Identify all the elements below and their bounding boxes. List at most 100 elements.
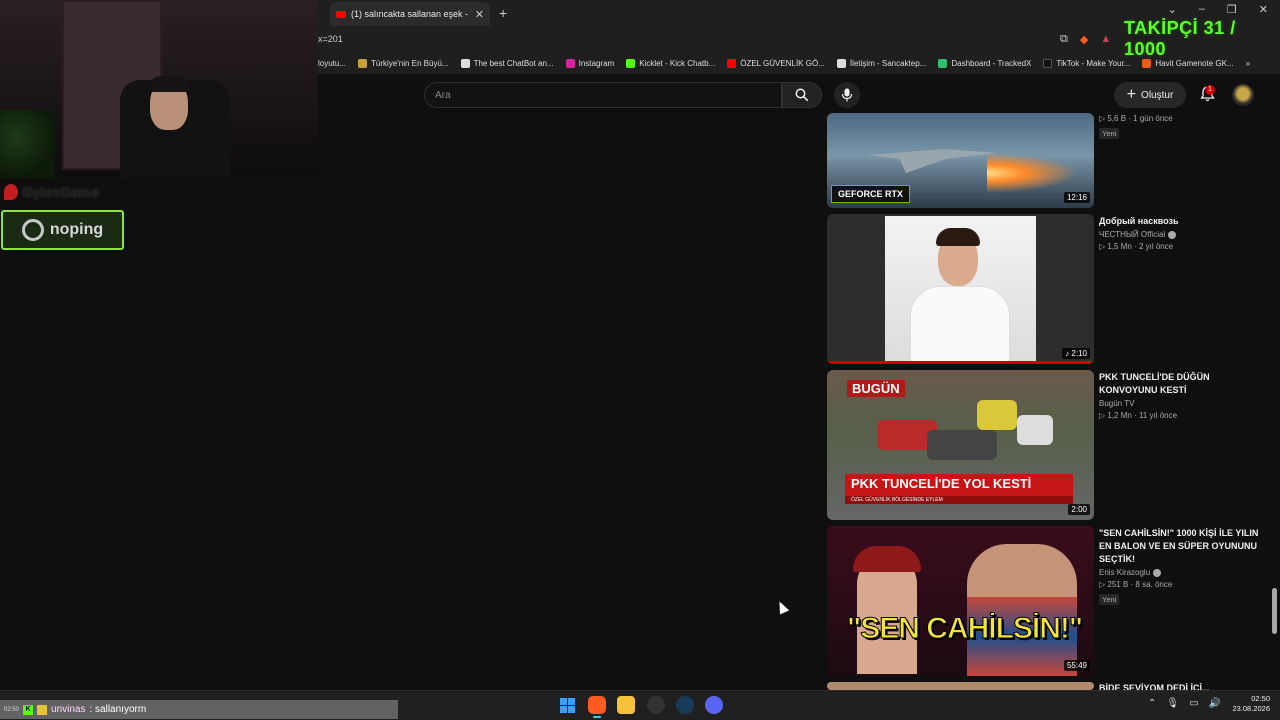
volume-icon[interactable]: 🔊: [1209, 698, 1221, 709]
clock-time: 02:50: [1251, 694, 1270, 703]
tray-overflow-icon[interactable]: ⌃: [1148, 698, 1156, 709]
maximize-button[interactable]: ❐: [1227, 3, 1237, 16]
verified-icon: [1168, 230, 1177, 239]
microphone-icon: [841, 88, 853, 102]
verified-icon: [1153, 568, 1162, 577]
bookmark-favicon-icon: [460, 58, 470, 68]
video-thumbnail[interactable]: ♪ 2:10: [827, 214, 1094, 364]
mouse-cursor-icon: [774, 599, 790, 615]
kick-badge-icon: K: [23, 704, 34, 715]
voice-search-button[interactable]: [834, 82, 860, 108]
window-controls: ⌄ – ❐ ✕: [1168, 3, 1268, 16]
tab-search-icon[interactable]: ⌄: [1168, 3, 1177, 16]
tiktok-icon: [1043, 58, 1053, 68]
file-explorer-icon[interactable]: [617, 696, 635, 714]
new-tab-button[interactable]: +: [499, 5, 507, 21]
brand-mark-icon: [4, 184, 18, 200]
video-thumbnail[interactable]: "SEN CAHİLSİN!" 55:49: [827, 526, 1094, 676]
create-button[interactable]: + Oluştur: [1114, 82, 1186, 108]
video-stats: ▷ 1,5 Mn · 2 yıl önce: [1099, 242, 1174, 251]
bookmark-item[interactable]: İletişim - Sancaktep...: [836, 58, 926, 68]
video-meta: Добрый насквозь ЧЕСТНЫЙ Official ▷ 1,5 M…: [1099, 215, 1259, 251]
network-icon[interactable]: ▭: [1189, 698, 1198, 709]
youtube-favicon-icon: [336, 10, 346, 18]
video-stats: ▷ 1,2 Mn · 11 yıl önce: [1099, 411, 1178, 420]
brave-rewards-icon[interactable]: ▲: [1100, 33, 1111, 46]
close-window-button[interactable]: ✕: [1259, 3, 1268, 16]
microphone-tray-icon[interactable]: 🎙: [1166, 698, 1179, 709]
open-external-icon[interactable]: ⧉: [1060, 33, 1068, 46]
tab-title: (1) salıncakta sallanan eşek - You: [351, 9, 471, 19]
chat-timestamp: 02:50: [4, 706, 20, 713]
clock-date: 23.08.2026: [1232, 704, 1270, 713]
brave-browser-icon[interactable]: [588, 696, 606, 714]
browser-tab-active[interactable]: (1) salıncakta sallanan eşek - You ✕: [330, 2, 490, 26]
scrollbar-thumb[interactable]: [1272, 588, 1277, 634]
chat-username: unvinas: [51, 704, 86, 715]
bookmark-item[interactable]: ÖZEL GÜVENLİK GÖ...: [727, 58, 825, 68]
taskbar-clock[interactable]: 02:50 23.08.2026: [1226, 694, 1270, 714]
start-button[interactable]: [558, 696, 576, 714]
new-badge: Yeni: [1099, 128, 1120, 139]
tab-close-icon[interactable]: ✕: [475, 8, 484, 21]
trackedx-icon: [938, 58, 948, 68]
chat-text: : sallanıyorm: [89, 704, 147, 715]
instagram-icon: [565, 58, 575, 68]
channel-name[interactable]: Bugün TV: [1099, 399, 1259, 408]
stream-chat-message: 02:50 K unvinas : sallanıyorm: [0, 700, 398, 719]
video-duration: 2:00: [1068, 504, 1090, 515]
video-meta: "SEN CAHİLSİN!" 1000 KİŞİ İLE YILIN EN B…: [1099, 527, 1259, 607]
bookmark-favicon-icon: [836, 58, 846, 68]
video-meta: PKK TUNCELİ'DE DÜĞÜN KONVOYUNU KESTİ Bug…: [1099, 371, 1259, 420]
bookmark-favicon-icon: [358, 58, 368, 68]
minimize-button[interactable]: –: [1199, 3, 1205, 16]
search-icon: [795, 88, 809, 102]
thumbnail-caption: "SEN CAHİLSİN!": [846, 612, 1083, 646]
watch-progress-bar: [827, 361, 1094, 364]
youtube-icon: [727, 58, 737, 68]
search-button[interactable]: [782, 82, 822, 108]
video-duration: ♪ 2:10: [1062, 348, 1090, 359]
video-thumbnail[interactable]: [827, 682, 1094, 690]
kicklet-icon: [626, 58, 636, 68]
video-title[interactable]: PKK TUNCELİ'DE DÜĞÜN KONVOYUNU KESTİ: [1099, 371, 1259, 397]
jet-image: [867, 149, 997, 173]
steam-icon[interactable]: [676, 696, 694, 714]
video-thumbnail[interactable]: BUGÜN PKK TUNCELİ'DE YOL KESTİ ÖZEL GÜVE…: [827, 370, 1094, 520]
avatar[interactable]: [1232, 84, 1254, 106]
video-duration: 12:16: [1063, 192, 1090, 203]
new-badge: Yeni: [1099, 594, 1120, 605]
bookmark-item[interactable]: loyutu...: [318, 59, 346, 68]
noping-logo-icon: [21, 219, 44, 241]
thumbnail-headline: PKK TUNCELİ'DE YOL KESTİ: [845, 474, 1073, 496]
windows-icon: [559, 697, 575, 713]
stream-brand-logo: GylexGame: [4, 184, 99, 200]
search-input[interactable]: Ara: [424, 82, 782, 108]
discord-icon[interactable]: [705, 696, 723, 714]
video-thumbnail[interactable]: GEFORCE RTX 12:16: [827, 113, 1094, 208]
plus-icon: +: [1126, 86, 1137, 103]
webcam-overlay: [0, 0, 318, 178]
video-stats: ▷ 251 B · 8 sa. önce: [1099, 580, 1173, 589]
bookmark-item[interactable]: The best ChatBot an...: [460, 58, 554, 68]
bookmark-item[interactable]: TikTok - Make Your...: [1043, 58, 1130, 68]
bookmark-item[interactable]: Dashboard - TrackedX: [938, 58, 1031, 68]
bookmark-item[interactable]: Kicklet - Kick Chatb...: [626, 58, 715, 68]
notification-count-badge: 1: [1205, 85, 1215, 95]
system-tray: ⌃ 🎙 ▭ 🔊: [1148, 698, 1221, 709]
active-app-indicator: [593, 716, 601, 718]
bookmark-item[interactable]: Instagram: [565, 58, 614, 68]
bookmark-item[interactable]: Türkiye'nin En Büyü...: [358, 58, 449, 68]
channel-name[interactable]: ЧЕСТНЫЙ Official: [1099, 230, 1259, 239]
brave-shields-icon[interactable]: ◆: [1080, 33, 1088, 46]
subscriber-badge-icon: [37, 704, 48, 715]
channel-name[interactable]: Enis Kirazoglu: [1099, 568, 1259, 577]
video-title[interactable]: "SEN CAHİLSİN!" 1000 KİŞİ İLE YILIN EN B…: [1099, 527, 1259, 566]
video-meta: ▷ 5,6 B · 1 gün önce Yeni: [1099, 114, 1259, 141]
obs-icon[interactable]: [647, 696, 665, 714]
video-stats: ▷ 5,6 B · 1 gün önce: [1099, 114, 1173, 123]
video-duration: 55:49: [1063, 660, 1090, 671]
url-field[interactable]: x=201: [318, 34, 343, 44]
rtx-badge: GEFORCE RTX: [831, 185, 911, 203]
video-title[interactable]: Добрый насквозь: [1099, 215, 1259, 228]
